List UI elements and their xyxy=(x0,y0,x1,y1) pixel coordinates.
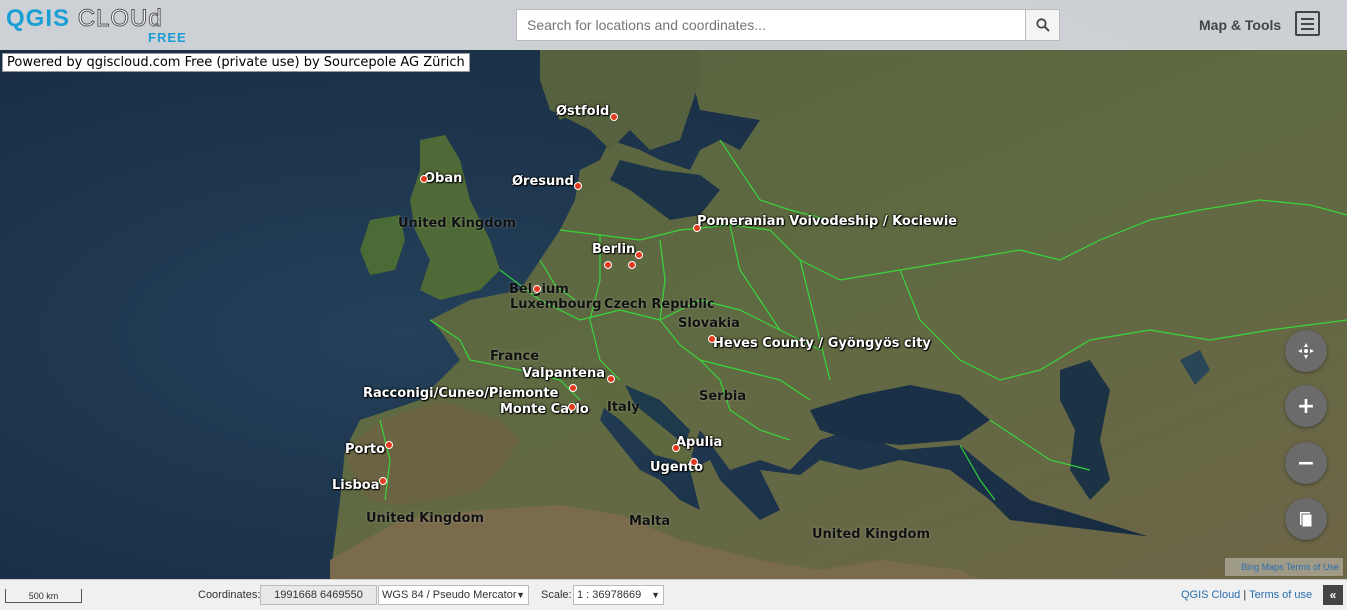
location-marker[interactable] xyxy=(672,444,680,452)
place-label: United Kingdom xyxy=(398,216,517,231)
location-marker[interactable] xyxy=(628,261,636,269)
place-label: Lisboa xyxy=(332,478,380,493)
bottom-bar: 500 km Coordinates: 1991668 6469550 WGS … xyxy=(0,579,1347,610)
place-label: Valpantena xyxy=(522,366,605,381)
terms-of-use-link[interactable]: Terms of use xyxy=(1249,589,1312,601)
location-marker[interactable] xyxy=(533,285,541,293)
locate-button[interactable] xyxy=(1285,330,1327,372)
location-marker[interactable] xyxy=(708,335,716,343)
search-button[interactable] xyxy=(1025,9,1060,41)
dropdown-caret-icon: ▼ xyxy=(651,590,660,600)
logo-cloud-text: CLOUd xyxy=(77,5,163,32)
zoom-out-button[interactable]: − xyxy=(1285,442,1327,484)
place-label: Porto xyxy=(345,442,386,457)
place-label: Østfold xyxy=(556,104,610,119)
scale-bar: 500 km xyxy=(5,589,82,603)
scale-value: 1 : 36978669 xyxy=(577,589,642,601)
coordinates-label: Coordinates: xyxy=(198,589,261,601)
place-label: Heves County / Gyöngyös city xyxy=(713,336,931,351)
location-marker[interactable] xyxy=(604,261,612,269)
place-label: Malta xyxy=(629,514,671,529)
zoom-in-button[interactable]: + xyxy=(1285,385,1327,427)
logo-free-text: FREE xyxy=(148,30,187,45)
place-label: Øresund xyxy=(512,174,574,189)
projection-value: WGS 84 / Pseudo Mercator xyxy=(382,589,517,601)
layers-button[interactable] xyxy=(1285,498,1327,540)
place-label: Slovakia xyxy=(678,316,740,331)
location-marker[interactable] xyxy=(607,375,615,383)
search-icon xyxy=(1035,18,1050,32)
place-label: Luxembourg xyxy=(510,297,602,312)
qgis-cloud-link[interactable]: QGIS Cloud xyxy=(1181,589,1240,601)
place-label: United Kingdom xyxy=(366,511,485,526)
dropdown-caret-icon: ▼ xyxy=(516,590,525,600)
place-label: Apulia xyxy=(676,435,723,450)
location-marker[interactable] xyxy=(569,384,577,392)
map-tools-label[interactable]: Map & Tools xyxy=(1199,17,1281,33)
search-box xyxy=(516,9,1060,41)
location-marker[interactable] xyxy=(385,441,393,449)
hamburger-menu-icon[interactable] xyxy=(1295,11,1320,36)
scale-select[interactable]: 1 : 36978669 ▼ xyxy=(573,585,664,605)
location-marker[interactable] xyxy=(574,182,582,190)
bing-terms-link[interactable]: Bing Maps Terms of Use xyxy=(1225,558,1343,576)
location-marker[interactable] xyxy=(420,175,428,183)
top-bar: QGIS CLOUd FREE Map & Tools xyxy=(0,0,1347,50)
place-label: Czech Republic xyxy=(604,297,715,312)
coordinates-value: 1991668 6469550 xyxy=(260,585,377,605)
place-label: Italy xyxy=(607,400,640,415)
collapse-button[interactable]: « xyxy=(1323,585,1343,605)
attribution-text: Powered by qgiscloud.com Free (private u… xyxy=(2,53,470,72)
place-label: France xyxy=(490,349,540,364)
location-marker[interactable] xyxy=(690,458,698,466)
place-label: Serbia xyxy=(699,389,747,404)
footer-links: QGIS Cloud | Terms of use xyxy=(1181,589,1313,601)
crosshair-icon xyxy=(1298,343,1314,359)
search-input[interactable] xyxy=(516,9,1025,41)
location-marker[interactable] xyxy=(568,403,576,411)
place-label: Oban xyxy=(424,171,463,186)
scale-label: Scale: xyxy=(541,589,572,601)
book-icon xyxy=(1300,512,1313,527)
location-marker[interactable] xyxy=(610,113,618,121)
place-label: Pomeranian Voivodeship / Kociewie xyxy=(697,214,958,229)
location-marker[interactable] xyxy=(379,477,387,485)
qgis-cloud-logo[interactable]: QGIS CLOUd FREE xyxy=(6,5,186,46)
place-label: Racconigi/Cuneo/Piemonte xyxy=(363,386,559,401)
projection-select[interactable]: WGS 84 / Pseudo Mercator ▼ xyxy=(378,585,529,605)
logo-qgis-text: QGIS xyxy=(6,5,71,32)
location-marker[interactable] xyxy=(693,224,701,232)
place-label: United Kingdom xyxy=(812,527,931,542)
location-marker[interactable] xyxy=(635,251,643,259)
place-label: Berlin xyxy=(592,242,636,257)
